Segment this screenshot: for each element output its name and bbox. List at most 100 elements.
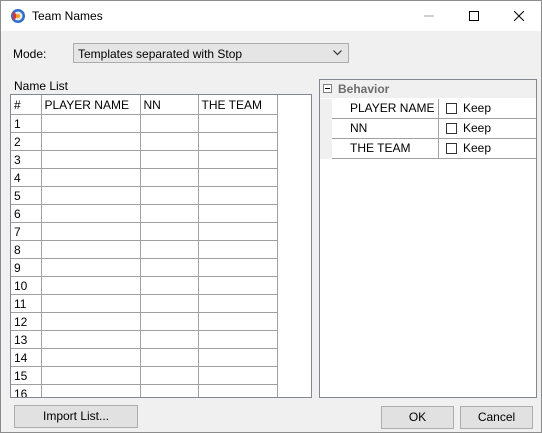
- the-team-cell[interactable]: [197, 330, 278, 349]
- player-name-cell[interactable]: [40, 330, 141, 349]
- behavior-field-name: PLAYER NAME: [333, 99, 439, 118]
- nn-cell[interactable]: [139, 114, 199, 133]
- nn-cell[interactable]: [139, 186, 199, 205]
- maximize-icon: [468, 11, 479, 21]
- chevron-down-icon: [333, 50, 342, 56]
- player-name-cell[interactable]: [40, 240, 141, 259]
- table-row: 2: [11, 132, 278, 151]
- the-team-cell[interactable]: [197, 294, 278, 313]
- nn-cell[interactable]: [139, 132, 199, 151]
- behavior-property-grid: Behavior PLAYER NAME Keep NN Keep THE TEAM Ke…: [319, 79, 537, 398]
- cancel-button[interactable]: Cancel: [460, 406, 533, 429]
- name-list-grid[interactable]: # PLAYER NAME NN THE TEAM 1 2 3 4 5 6 7 8 9 10 11 1…: [10, 94, 312, 398]
- nn-cell[interactable]: [139, 384, 199, 397]
- nn-cell[interactable]: [139, 222, 199, 241]
- checkbox-icon[interactable]: [446, 123, 457, 134]
- the-team-cell[interactable]: [197, 168, 278, 187]
- row-number: 6: [11, 204, 42, 223]
- table-row: 9: [11, 258, 278, 277]
- table-row: 6: [11, 204, 278, 223]
- row-number: 13: [11, 330, 42, 349]
- maximize-button[interactable]: [451, 1, 496, 31]
- the-team-cell[interactable]: [197, 204, 278, 223]
- keep-label: Keep: [463, 121, 492, 135]
- the-team-cell[interactable]: [197, 348, 278, 367]
- keep-label: Keep: [463, 101, 492, 115]
- player-name-cell[interactable]: [40, 312, 141, 331]
- row-number: 10: [11, 276, 42, 295]
- nn-cell[interactable]: [139, 204, 199, 223]
- the-team-cell[interactable]: [197, 240, 278, 259]
- player-name-cell[interactable]: [40, 294, 141, 313]
- nn-cell[interactable]: [139, 240, 199, 259]
- the-team-cell[interactable]: [197, 186, 278, 205]
- table-row: 8: [11, 240, 278, 259]
- nn-cell[interactable]: [139, 294, 199, 313]
- mode-label: Mode:: [13, 47, 47, 61]
- nn-cell[interactable]: [139, 348, 199, 367]
- player-name-cell[interactable]: [40, 132, 141, 151]
- column-header-the-team[interactable]: THE TEAM: [197, 95, 278, 115]
- import-list-button[interactable]: Import List...: [14, 405, 138, 428]
- nn-cell[interactable]: [139, 312, 199, 331]
- row-number: 16: [11, 384, 42, 397]
- the-team-cell[interactable]: [197, 258, 278, 277]
- checkbox-icon[interactable]: [446, 103, 457, 114]
- player-name-cell[interactable]: [40, 150, 141, 169]
- player-name-cell[interactable]: [40, 168, 141, 187]
- nn-cell[interactable]: [139, 150, 199, 169]
- behavior-field-name: THE TEAM: [333, 139, 439, 158]
- minimize-button[interactable]: [406, 1, 451, 31]
- row-number: 11: [11, 294, 42, 313]
- player-name-cell[interactable]: [40, 204, 141, 223]
- column-header-nn[interactable]: NN: [139, 95, 199, 115]
- nn-cell[interactable]: [139, 258, 199, 277]
- close-icon: [513, 11, 524, 21]
- player-name-cell[interactable]: [40, 258, 141, 277]
- the-team-cell[interactable]: [197, 312, 278, 331]
- minimize-icon: [423, 15, 434, 17]
- row-number: 15: [11, 366, 42, 385]
- behavior-category[interactable]: Behavior: [320, 80, 536, 98]
- mode-dropdown[interactable]: Templates separated with Stop: [73, 43, 349, 63]
- player-name-cell[interactable]: [40, 222, 141, 241]
- row-gutter: [320, 139, 332, 159]
- the-team-cell[interactable]: [197, 150, 278, 169]
- behavior-row: PLAYER NAME Keep: [320, 99, 536, 119]
- nn-cell[interactable]: [139, 366, 199, 385]
- the-team-cell[interactable]: [197, 384, 278, 397]
- row-number: 3: [11, 150, 42, 169]
- table-row: 1: [11, 114, 278, 133]
- player-name-cell[interactable]: [40, 186, 141, 205]
- column-header-player-name[interactable]: PLAYER NAME: [40, 95, 141, 115]
- nn-cell[interactable]: [139, 276, 199, 295]
- nn-cell[interactable]: [139, 168, 199, 187]
- player-name-cell[interactable]: [40, 114, 141, 133]
- player-name-cell[interactable]: [40, 366, 141, 385]
- name-list-table: # PLAYER NAME NN THE TEAM 1 2 3 4 5 6 7 8 9 10 11 1…: [11, 95, 278, 397]
- the-team-cell[interactable]: [197, 222, 278, 241]
- nn-cell[interactable]: [139, 330, 199, 349]
- column-header-number[interactable]: #: [11, 95, 42, 115]
- the-team-cell[interactable]: [197, 114, 278, 133]
- the-team-cell[interactable]: [197, 276, 278, 295]
- player-name-cell[interactable]: [40, 384, 141, 397]
- row-number: 14: [11, 348, 42, 367]
- row-gutter: [320, 99, 332, 119]
- checkbox-icon[interactable]: [446, 143, 457, 154]
- close-button[interactable]: [496, 1, 541, 31]
- the-team-cell[interactable]: [197, 366, 278, 385]
- row-number: 9: [11, 258, 42, 277]
- player-name-cell[interactable]: [40, 276, 141, 295]
- player-name-cell[interactable]: [40, 348, 141, 367]
- row-number: 12: [11, 312, 42, 331]
- name-list-label: Name List: [14, 79, 69, 93]
- title-bar: Team Names: [1, 1, 541, 31]
- table-row: 5: [11, 186, 278, 205]
- collapse-icon[interactable]: [323, 84, 332, 93]
- team-names-dialog: Team Names Mode: Templates separated wit…: [0, 0, 542, 433]
- table-row: 4: [11, 168, 278, 187]
- keep-label: Keep: [463, 141, 492, 155]
- the-team-cell[interactable]: [197, 132, 278, 151]
- ok-button[interactable]: OK: [381, 406, 454, 429]
